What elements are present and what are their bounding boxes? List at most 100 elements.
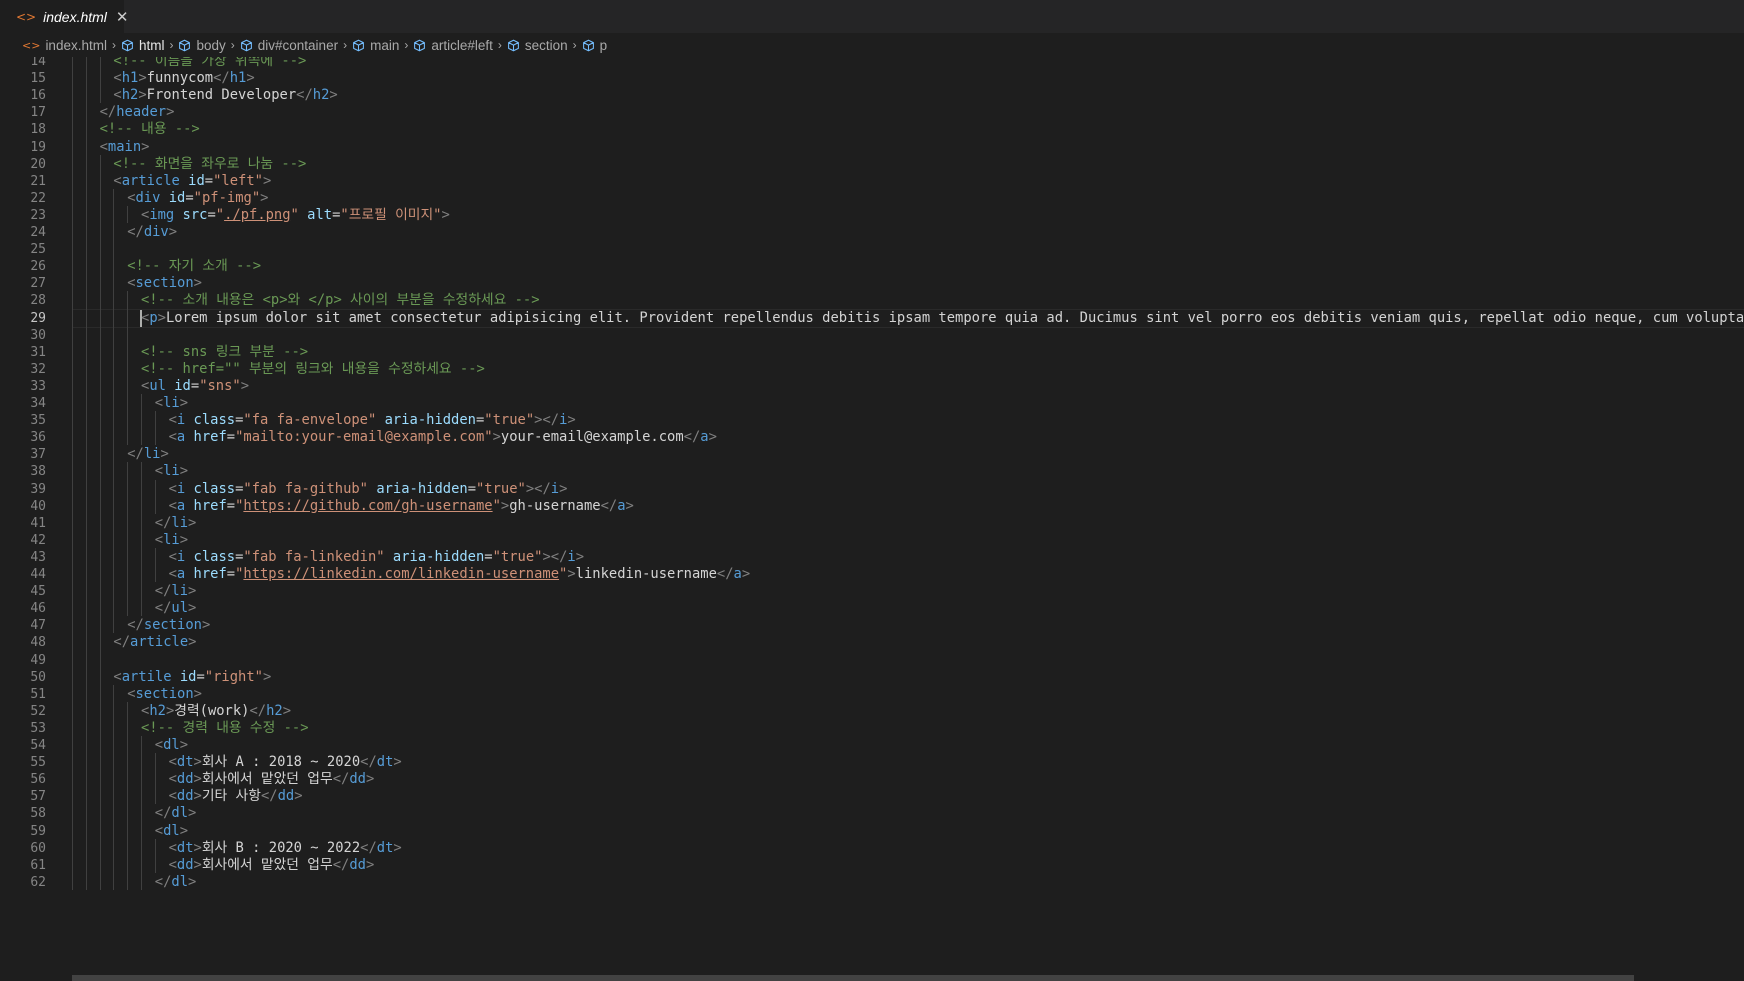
code-token: < xyxy=(127,189,136,206)
breadcrumb-item[interactable]: main xyxy=(352,38,399,53)
code-line[interactable]: <a href="https://github.com/gh-username"… xyxy=(169,497,634,516)
code-token: h2 xyxy=(121,87,139,104)
code-token: <!-- 자기 소개 --> xyxy=(127,258,262,275)
code-token: </ xyxy=(249,702,267,719)
code-token: > xyxy=(141,138,150,155)
code-token: Frontend Developer xyxy=(146,87,297,104)
breadcrumb-item[interactable]: body xyxy=(178,38,226,53)
code-token: = xyxy=(190,377,200,394)
code-token: > xyxy=(188,514,197,531)
code-line[interactable]: <a href="mailto:your-email@example.com">… xyxy=(169,428,717,447)
breadcrumb-item[interactable]: div#container xyxy=(240,38,338,53)
code-token: > xyxy=(138,70,147,87)
code-line[interactable]: <dd>회사에서 맡았던 업무</dd> xyxy=(169,856,375,875)
code-token: < xyxy=(168,856,177,873)
code-token: "right" xyxy=(204,668,263,685)
code-token: class xyxy=(193,548,236,565)
code-token: < xyxy=(99,138,108,155)
code-line[interactable]: <p>Lorem ipsum dolor sit amet consectetu… xyxy=(141,309,1744,328)
code-token: a xyxy=(176,497,186,514)
code-token: < xyxy=(168,480,177,497)
code-token: funnycom xyxy=(146,70,214,87)
code-token: </ xyxy=(154,583,172,600)
breadcrumb-item[interactable]: <> index.html xyxy=(22,38,107,53)
code-token: section xyxy=(135,685,194,702)
code-token: "left" xyxy=(213,172,263,189)
code-token: artile xyxy=(121,668,172,685)
code-token: > xyxy=(500,497,510,514)
code-token: " xyxy=(290,206,299,223)
code-token: dd xyxy=(277,788,295,805)
breadcrumb-label: html xyxy=(138,37,165,53)
code-token: i xyxy=(550,480,560,497)
code-token: > xyxy=(262,668,272,685)
code-token: i xyxy=(567,548,576,565)
code-token: < xyxy=(168,771,177,788)
breadcrumb-item[interactable]: html xyxy=(121,37,165,53)
indent-guide xyxy=(127,462,129,617)
code-token: dt xyxy=(176,839,194,856)
code-token: = xyxy=(196,668,205,685)
code-token: gh-username xyxy=(509,497,601,514)
code-token: h2 xyxy=(312,87,330,104)
code-line[interactable]: <a href="https://linkedin.com/linkedin-u… xyxy=(169,565,751,584)
code-token: dd xyxy=(176,788,194,805)
code-token: > xyxy=(492,429,501,446)
code-token: < xyxy=(168,497,177,514)
code-token: < xyxy=(168,788,177,805)
code-token: </ xyxy=(600,497,618,514)
code-token: li xyxy=(163,531,180,548)
code-editor[interactable]: 14 15 16 17 18 19 20 21 22 23 24 25 26 27 28 29 30 31 32 33… xyxy=(0,57,1744,981)
code-token: > xyxy=(179,463,189,480)
code-token: < xyxy=(154,395,164,411)
code-token: a xyxy=(176,429,186,446)
breadcrumb-item[interactable]: article#left xyxy=(413,38,493,53)
line-number: 62 xyxy=(30,874,46,890)
code-token: > xyxy=(188,583,197,600)
code-line[interactable]: </div> xyxy=(127,223,177,242)
tab-index-html[interactable]: <> index.html ✕ xyxy=(0,0,129,33)
code-token: aria-hidden xyxy=(392,548,485,565)
code-token: > xyxy=(193,754,202,771)
code-token: <!-- 이름을 가장 위쪽에 --> xyxy=(113,57,307,69)
code-token: 회사에서 맡았던 업무 xyxy=(201,856,333,873)
code-token: = xyxy=(484,548,493,565)
code-token: h1 xyxy=(121,70,139,87)
code-token: id xyxy=(174,377,191,394)
code-token: i xyxy=(176,480,186,497)
code-token: "프로필 이미지" xyxy=(340,206,442,223)
code-token: h1 xyxy=(229,70,247,87)
code-token: > xyxy=(179,395,189,411)
breadcrumb-item[interactable]: p xyxy=(582,38,607,53)
code-token: " xyxy=(215,206,225,223)
code-token: dd xyxy=(349,771,366,788)
code-token: < xyxy=(168,412,177,429)
code-token: dt xyxy=(376,754,394,771)
close-icon[interactable]: ✕ xyxy=(116,8,129,26)
code-token: </ xyxy=(127,224,144,240)
horizontal-scrollbar[interactable] xyxy=(72,975,1634,981)
code-token: class xyxy=(193,480,236,497)
code-token: article xyxy=(130,634,189,651)
indent-guide xyxy=(154,547,156,583)
code-line[interactable]: <img src="./pf.png" alt="프로필 이미지"> xyxy=(141,206,450,225)
breadcrumb-label: main xyxy=(370,37,400,53)
code-token: > xyxy=(165,702,175,719)
code-line[interactable]: </dl> xyxy=(155,873,197,892)
chevron-right-icon: › xyxy=(230,38,235,52)
element-icon xyxy=(178,39,191,52)
breadcrumb-item[interactable]: section xyxy=(507,38,568,53)
code-token: > xyxy=(559,480,568,497)
code-token: article xyxy=(121,172,180,189)
indent-guide xyxy=(141,736,142,890)
chevron-right-icon: › xyxy=(572,38,577,52)
code-token: </ xyxy=(154,514,172,531)
html-file-icon: <> xyxy=(16,9,37,24)
code-token: > xyxy=(188,805,197,822)
code-line[interactable]: </article> xyxy=(113,633,196,652)
code-token: "pf-img" xyxy=(193,189,261,206)
